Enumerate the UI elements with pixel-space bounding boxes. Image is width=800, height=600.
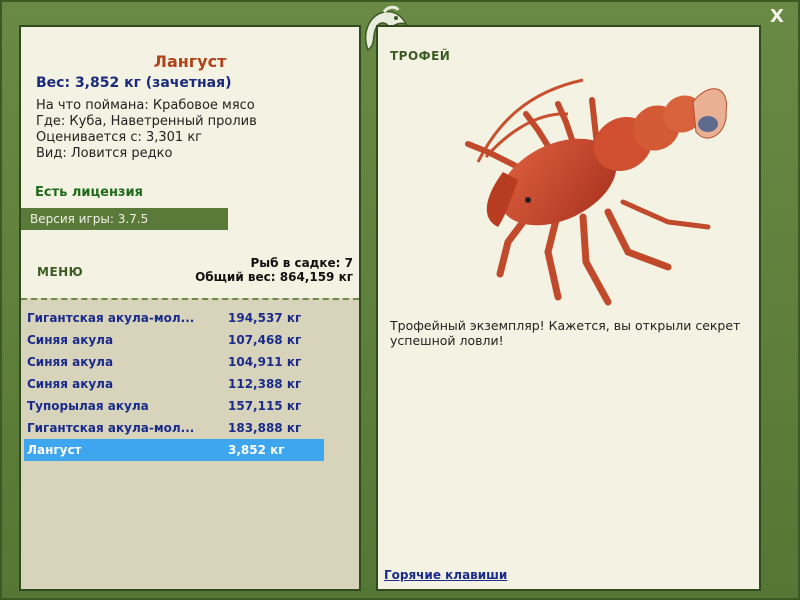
list-item[interactable]: Синяя акула 104,911 кг (24, 351, 324, 373)
fish-title: Лангуст (153, 52, 227, 71)
valuation-info: Оценивается с: 3,301 кг (36, 130, 203, 145)
trophy-panel: ТРОФЕЙ Трофейный экземпляр! Кажется, вы … (376, 25, 761, 591)
list-item-name: Гигантская акула-мол... (27, 421, 195, 435)
list-item-name: Гигантская акула-мол... (27, 311, 195, 325)
list-item-name: Синяя акула (27, 333, 114, 347)
license-status: Есть лицензия (35, 185, 143, 200)
menu-button[interactable]: МЕНЮ (37, 265, 83, 279)
bait-info: На что поймана: Крабовое мясо (36, 98, 255, 113)
fish-weight: Вес: 3,852 кг (зачетная) (36, 75, 232, 91)
window-frame: X Лангуст Вес: 3,852 кг (зачетная) На чт… (0, 0, 800, 600)
list-item-weight: 104,911 кг (228, 355, 302, 369)
list-item-name: Синяя акула (27, 377, 114, 391)
list-item-weight: 194,537 кг (228, 311, 302, 325)
location-info: Где: Куба, Наветренный пролив (36, 114, 257, 129)
list-item[interactable]: Синяя акула 107,468 кг (24, 329, 324, 351)
trophy-description: Трофейный экземпляр! Кажется, вы открыли… (390, 318, 741, 348)
total-weight: Общий вес: 864,159 кг (195, 270, 353, 284)
list-item-selected[interactable]: Лангуст 3,852 кг (24, 439, 324, 461)
catch-list: Гигантская акула-мол... 194,537 кг Синяя… (24, 307, 324, 461)
fish-count: Рыб в садке: 7 (250, 256, 354, 270)
game-version: Версия игры: 3.7.5 (21, 208, 228, 230)
list-item[interactable]: Гигантская акула-мол... 183,888 кг (24, 417, 324, 439)
list-item-weight: 112,388 кг (228, 377, 302, 391)
list-item-weight: 157,115 кг (228, 399, 302, 413)
hotkeys-link[interactable]: Горячие клавиши (384, 568, 507, 582)
list-item-weight: 183,888 кг (228, 421, 302, 435)
net-stats: Рыб в садке: 7 Общий вес: 864,159 кг (195, 256, 353, 284)
close-button[interactable]: X (766, 6, 788, 28)
list-item[interactable]: Гигантская акула-мол... 194,537 кг (24, 307, 324, 329)
list-item[interactable]: Тупорылая акула 157,115 кг (24, 395, 324, 417)
rarity-info: Вид: Ловится редко (36, 146, 173, 161)
list-item-name: Тупорылая акула (27, 399, 149, 413)
lobster-image (465, 78, 727, 306)
fish-info-panel: Лангуст Вес: 3,852 кг (зачетная) На что … (19, 25, 361, 591)
list-item[interactable]: Синяя акула 112,388 кг (24, 373, 324, 395)
catch-list-panel: Гигантская акула-мол... 194,537 кг Синяя… (21, 298, 359, 589)
list-item-weight: 107,468 кг (228, 333, 302, 347)
list-item-weight: 3,852 кг (228, 443, 285, 457)
list-item-name: Лангуст (27, 443, 82, 457)
list-item-name: Синяя акула (27, 355, 114, 369)
